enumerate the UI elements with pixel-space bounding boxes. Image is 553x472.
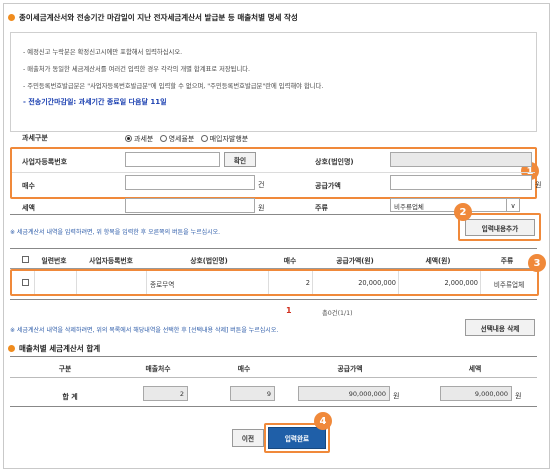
cell-divider [34,271,35,294]
summary-col-type: 구분 [58,365,72,373]
summary-tax: 9,000,000 [440,386,512,401]
summary-col-count: 매수 [237,365,251,373]
col-tax: 세액(원) [425,257,451,265]
delete-note: ※ 세금계산서 내역을 삭제하려면, 위의 목록에서 해당내역을 선택한 후 [… [10,327,279,334]
table-top-rule [10,248,537,249]
col-supply: 공급가액(원) [336,257,374,265]
summary-bottom-rule [10,406,537,407]
cell-kind: 비주류업체 [493,281,525,289]
company-label: 상호(법인명) [315,158,354,166]
page-total: 총0건(1/1) [322,310,353,317]
cell-tax: 2,000,000 [444,279,478,287]
supply-unit: 원 [535,181,542,189]
summary-row-label: 합 계 [62,393,78,401]
step-badge-4: 4 [314,412,332,430]
complete-button[interactable]: 입력완료 [268,427,326,449]
bullet-icon [8,345,15,352]
col-count: 매수 [283,257,297,265]
confirm-button[interactable]: 확인 [224,152,256,167]
summary-header-rule [10,377,537,378]
kind-label: 주류 [315,204,328,212]
prev-button[interactable]: 이전 [232,429,264,447]
supply-label: 공급가액 [315,182,341,190]
cell-divider [146,271,147,294]
row-divider [12,172,535,173]
deadline-notice: - 전송기간마감일: 과세기간 종료일 다음달 11일 [23,98,167,106]
tax-type-radio-group: 과세분 영세율분 매입자발행분 [125,134,248,144]
section-title-text: 종이세금계산서와 전송기간 마감일이 지난 전자세금계산서 발급분 등 매출처별… [19,13,298,22]
notice-line-3: - 주민등록번호발급분은 "사업자등록번호발급분"에 입력할 수 없으며, "주… [23,83,324,90]
cell-divider [76,271,77,294]
page-current[interactable]: 1 [286,306,292,315]
bullet-icon [8,14,15,21]
count-label: 매수 [22,182,35,190]
summary-supply: 90,000,000 [298,386,390,401]
delete-selected-button[interactable]: 선택내용 삭제 [465,319,535,336]
cell-count: 2 [305,279,310,287]
cell-supply: 20,000,000 [358,279,396,287]
tax-input[interactable] [125,198,255,213]
notice-line-1: - 예정신고 누락분은 확정신고시에만 포함해서 입력하십시오. [23,49,183,56]
summary-supply-unit: 원 [393,392,400,400]
summary-title: 매출처별 세금계산서 합계 [8,343,100,354]
cell-divider [268,271,269,294]
radio-zero-rate[interactable]: 영세율분 [159,135,194,143]
step-badge-3: 3 [528,254,546,272]
notice-line-2: - 매출처가 동일한 세금계산서를 여러건 입력한 경우 각각의 개별 합계표로… [23,66,251,73]
count-input[interactable] [125,175,255,190]
radio-taxable[interactable]: 과세분 [125,135,153,143]
cell-divider [480,271,481,294]
radio-buyer-issued[interactable]: 매입자발행분 [200,135,248,143]
col-biz-no: 사업자등록번호 [89,257,133,265]
radio-icon [159,135,167,142]
step-badge-2: 2 [454,203,472,221]
summary-col-tax: 세액 [468,365,482,373]
cell-company: 종로무역 [150,281,175,289]
add-entry-button[interactable]: 입력내용추가 [465,219,535,236]
radio-checked-icon [125,135,132,142]
tax-type-label: 과세구분 [22,134,48,142]
table-row[interactable]: 종로무역 2 20,000,000 2,000,000 비주류업체 [12,271,536,294]
select-all-checkbox[interactable] [22,256,29,263]
row-checkbox[interactable] [22,279,29,286]
biz-no-input[interactable] [125,152,220,167]
summary-vendors: 2 [143,386,188,401]
summary-col-supply: 공급가액 [337,365,363,373]
count-unit: 건 [258,181,265,189]
table-bottom-rule [10,299,537,300]
input-note: ※ 세금계산서 내역을 입력하려면, 위 항목을 입력한 후 오른쪽의 버튼을 … [10,229,221,236]
tax-unit: 원 [258,204,265,212]
summary-count: 9 [230,386,275,401]
supply-input[interactable] [390,175,532,190]
col-company: 상호(법인명) [190,257,228,265]
summary-title-text: 매출처별 세금계산서 합계 [19,344,101,353]
summary-top-rule [10,356,537,357]
company-input[interactable] [390,152,532,167]
chevron-down-icon: ∨ [506,199,519,212]
summary-tax-unit: 원 [515,392,522,400]
tax-label: 세액 [22,204,35,212]
biz-no-label: 사업자등록번호 [22,158,68,166]
radio-icon [200,135,208,142]
summary-col-vendors: 매출처수 [145,365,171,373]
section-title: 종이세금계산서와 전송기간 마감일이 지난 전자세금계산서 발급분 등 매출처별… [8,12,298,23]
notice-box: - 예정신고 누락분은 확정신고시에만 포함해서 입력하십시오. - 매출처가 … [10,32,537,132]
col-serial: 일련번호 [41,257,67,265]
